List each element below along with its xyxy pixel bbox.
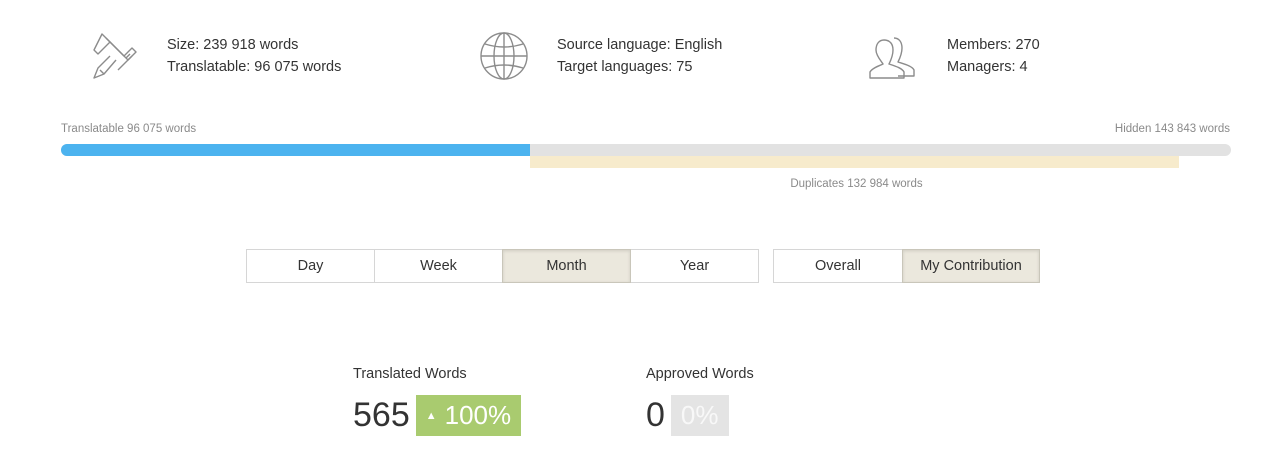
change-value: 0% [680, 400, 719, 430]
stat-size: Size: 239 918 words Translatable: 96 075… [88, 30, 341, 82]
duplicates-label: Duplicates 132 984 words [790, 178, 923, 190]
scope-tabs: Overall My Contribution [773, 249, 1040, 283]
caliper-icon [88, 30, 140, 82]
source-language-text: Source language: English [557, 37, 723, 53]
metric-title: Translated Words [353, 366, 467, 382]
change-value: 100% [444, 400, 512, 430]
managers-text: Managers: 4 [947, 59, 1028, 75]
approved-words-metric: Approved Words 0 0% [646, 365, 754, 436]
metric-value: 0 [646, 396, 665, 434]
duplicates-bar [530, 156, 1179, 168]
members-text: Members: 270 [947, 37, 1040, 53]
stat-members: Members: 270 Managers: 4 [868, 30, 1040, 82]
period-tabs: Day Week Month Year [246, 249, 759, 283]
translated-words-metric: Translated Words 565 ▲ 100% [353, 365, 522, 436]
tab-day[interactable]: Day [246, 249, 375, 283]
tab-year[interactable]: Year [630, 249, 759, 283]
users-icon [868, 30, 920, 82]
translatable-text: Translatable: 96 075 words [167, 59, 342, 75]
tab-my-contribution[interactable]: My Contribution [902, 249, 1040, 283]
target-languages-text: Target languages: 75 [557, 59, 693, 75]
size-text: Size: 239 918 words [167, 37, 299, 53]
metric-title: Approved Words [646, 366, 754, 382]
globe-icon [478, 30, 530, 82]
metric-value: 565 [353, 396, 410, 434]
arrow-up-icon: ▲ [425, 409, 437, 422]
tab-overall[interactable]: Overall [773, 249, 903, 283]
translatable-label: Translatable 96 075 words [61, 123, 197, 135]
tab-week[interactable]: Week [374, 249, 503, 283]
change-badge: ▲ 100% [415, 395, 522, 436]
progress-track [61, 144, 1231, 156]
translatable-fill [61, 144, 530, 156]
change-badge: 0% [670, 395, 729, 436]
hidden-label: Hidden 143 843 words [1114, 123, 1230, 135]
tab-month[interactable]: Month [502, 249, 631, 283]
stat-languages: Source language: English Target language… [478, 30, 722, 82]
